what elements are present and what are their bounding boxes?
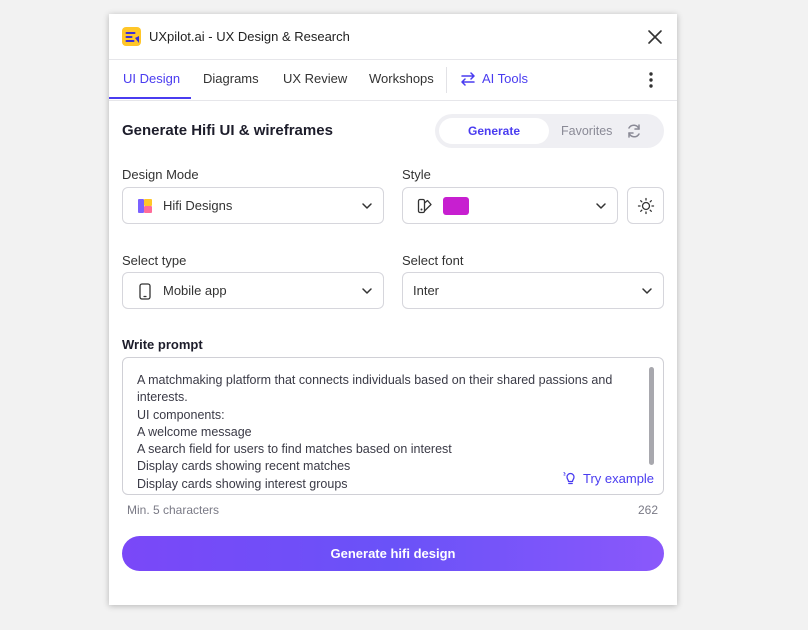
prompt-hint: Min. 5 characters (127, 503, 220, 517)
select-font-value: Inter (413, 283, 440, 298)
tab-bar: UI Design Diagrams UX Review Workshops A… (109, 60, 677, 100)
active-tab-indicator (109, 97, 191, 99)
select-type-value: Mobile app (163, 283, 227, 298)
tab-diagrams[interactable]: Diagrams (203, 71, 259, 86)
prompt-label: Write prompt (122, 337, 203, 352)
style-color-swatch (443, 197, 469, 215)
smartphone-icon (139, 283, 151, 300)
swap-arrows-icon (461, 72, 475, 86)
app-title: UXpilot.ai - UX Design & Research (149, 29, 350, 44)
prompt-scrollbar[interactable] (649, 367, 654, 465)
tab-separator (446, 67, 447, 93)
select-type-label: Select type (122, 253, 187, 268)
title-bar: UXpilot.ai - UX Design & Research (109, 14, 677, 60)
refresh-icon[interactable] (626, 123, 642, 139)
tab-ux-review[interactable]: UX Review (283, 71, 347, 86)
plugin-panel: UXpilot.ai - UX Design & Research UI Des… (109, 14, 677, 605)
style-select[interactable] (402, 187, 618, 224)
mode-segmented-control: Generate Favorites (435, 114, 664, 148)
tab-workshops[interactable]: Workshops (369, 71, 434, 86)
sun-icon (637, 197, 655, 215)
chevron-down-icon (362, 203, 372, 209)
chevron-down-icon (642, 288, 652, 294)
segment-generate[interactable]: Generate (439, 118, 549, 144)
tab-ai-tools[interactable]: AI Tools (460, 71, 528, 86)
design-mode-value: Hifi Designs (163, 198, 233, 213)
select-type-dropdown[interactable]: Mobile app (122, 272, 384, 309)
chevron-down-icon (362, 288, 372, 294)
select-font-label: Select font (402, 253, 464, 268)
design-mode-label: Design Mode (122, 167, 199, 182)
style-label: Style (402, 167, 431, 182)
palette-icon (417, 198, 432, 214)
design-mode-select[interactable]: Hifi Designs (122, 187, 384, 224)
layers-icon (138, 199, 152, 213)
generate-hifi-design-button[interactable]: Generate hifi design (122, 536, 664, 571)
tabs-divider (109, 100, 677, 101)
page-title: Generate Hifi UI & wireframes (122, 122, 333, 139)
prompt-textarea[interactable]: A matchmaking platform that connects ind… (122, 357, 664, 495)
character-count: 262 (638, 503, 659, 517)
segment-favorites[interactable]: Favorites (561, 124, 612, 138)
theme-toggle-button[interactable] (627, 187, 664, 224)
try-example-button[interactable]: Try example (561, 471, 655, 486)
more-vertical-icon[interactable] (643, 70, 659, 90)
close-icon[interactable] (645, 27, 665, 47)
ai-tools-label: AI Tools (482, 71, 529, 86)
tab-ui-design[interactable]: UI Design (123, 71, 180, 86)
sparkle-bulb-icon (563, 472, 575, 485)
app-logo-icon (122, 27, 141, 46)
try-example-label: Try example (583, 471, 655, 486)
select-font-dropdown[interactable]: Inter (402, 272, 664, 309)
chevron-down-icon (596, 203, 606, 209)
